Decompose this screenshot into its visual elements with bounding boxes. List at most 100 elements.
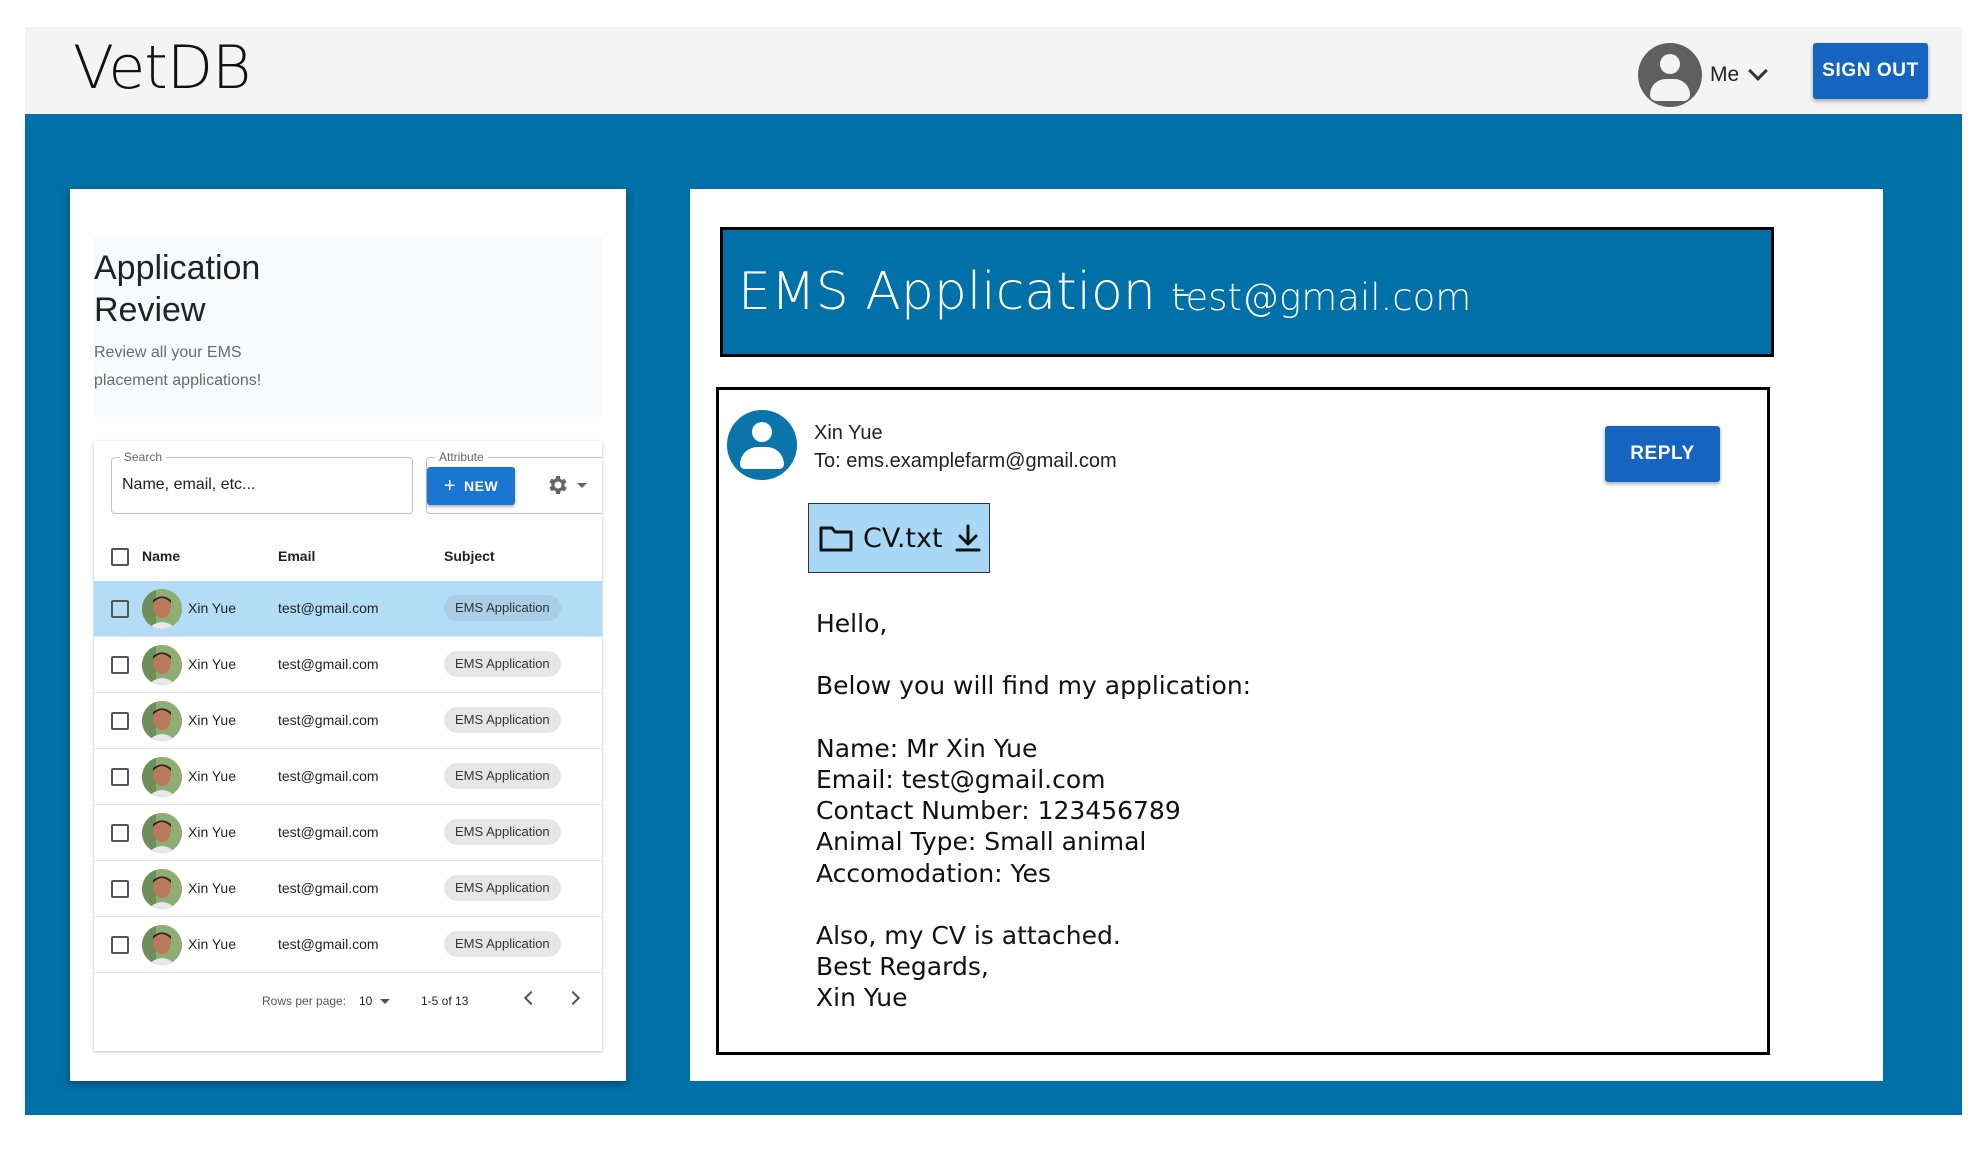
table-pagination: Rows per page: 10 1-5 of 13 (94, 979, 602, 1023)
row-checkbox[interactable] (111, 768, 129, 786)
message-body-line: Best Regards, (816, 952, 989, 982)
plus-icon: + (443, 475, 456, 497)
row-checkbox[interactable] (111, 824, 129, 842)
message-body-line: Email: test@gmail.com (816, 764, 1106, 794)
column-header-subject[interactable]: Subject (444, 548, 495, 564)
row-checkbox[interactable] (111, 656, 129, 674)
table-row[interactable]: Xin Yue test@gmail.com EMS Application (94, 581, 602, 637)
row-name: Xin Yue (188, 936, 237, 952)
row-avatar (142, 701, 182, 741)
message-body-line: Accomodation: Yes (816, 858, 1051, 888)
pagination-range: 1-5 of 13 (421, 994, 469, 1008)
row-checkbox[interactable] (111, 712, 129, 730)
row-email: test@gmail.com (278, 656, 379, 672)
column-header-name[interactable]: Name (142, 548, 180, 564)
message-subject: EMS Application - (738, 262, 1192, 322)
user-menu[interactable]: Me (1638, 43, 1769, 107)
table-row[interactable]: Xin Yue test@gmail.com EMS Application (94, 805, 602, 861)
top-app-bar: VetDB Me SIGN OUT (25, 27, 1962, 114)
new-button-label: NEW (464, 478, 499, 494)
column-header-email[interactable]: Email (278, 548, 315, 564)
row-email: test@gmail.com (278, 824, 379, 840)
row-avatar (142, 757, 182, 797)
rows-per-page-label: Rows per page: (262, 994, 347, 1008)
page-subtitle: Review all your EMS placement applicatio… (94, 344, 262, 389)
row-email: test@gmail.com (278, 768, 379, 784)
table-row[interactable]: Xin Yue test@gmail.com EMS Application (94, 917, 602, 973)
subject-chip: EMS Application (444, 595, 561, 621)
sign-out-button[interactable]: SIGN OUT (1813, 43, 1928, 99)
row-checkbox[interactable] (111, 600, 129, 618)
user-menu-label: Me (1710, 63, 1740, 86)
download-icon[interactable] (953, 523, 983, 553)
message-body-line: Below you will find my application: (816, 671, 1252, 701)
table-row[interactable]: Xin Yue test@gmail.com EMS Application (94, 861, 602, 917)
row-email: test@gmail.com (278, 600, 379, 616)
table-header: Name Email Subject (94, 535, 602, 579)
app-frame: VetDB Me SIGN OUT Application Review Rev… (25, 27, 1962, 1115)
chevron-down-icon (1748, 61, 1769, 81)
message-body-line: Hello, (816, 609, 888, 638)
page-title: Application Review (94, 249, 261, 329)
application-list-panel: Application Review Review all your EMS p… (70, 189, 626, 1081)
attribute-legend: Attribute (435, 450, 488, 464)
message-detail-panel: EMS Application - test@gmail.com Xin Yue… (690, 189, 1883, 1081)
search-field[interactable]: Search (111, 450, 413, 514)
table-row[interactable]: Xin Yue test@gmail.com EMS Application (94, 749, 602, 805)
search-input[interactable] (122, 476, 402, 494)
sender-name: Xin Yue (814, 422, 883, 444)
message-header: EMS Application - test@gmail.com (720, 227, 1774, 357)
row-name: Xin Yue (188, 880, 237, 896)
subject-chip: EMS Application (444, 763, 561, 789)
chevron-left-icon[interactable] (523, 990, 539, 1006)
gear-icon[interactable] (545, 473, 569, 497)
message-body-line (816, 639, 1251, 670)
message-body-line: Name: Mr Xin Yue (816, 733, 1038, 763)
attribute-field: Attribute + NEW (426, 450, 602, 514)
message-body-line (816, 889, 1251, 920)
subject-chip: EMS Application (444, 931, 561, 957)
message-body-line (816, 702, 1251, 733)
message-sender-email: test@gmail.com (1171, 276, 1472, 319)
attachment-name: CV.txt (863, 522, 943, 554)
row-name: Xin Yue (188, 600, 237, 616)
table-row[interactable]: Xin Yue test@gmail.com EMS Application (94, 693, 602, 749)
row-avatar (142, 869, 182, 909)
account-circle-icon (1638, 43, 1702, 107)
row-name: Xin Yue (188, 656, 237, 672)
subject-chip: EMS Application (444, 819, 561, 845)
applications-table-card: Search Attribute + NEW Name (94, 441, 602, 1051)
row-checkbox[interactable] (111, 936, 129, 954)
rows-per-page-select[interactable]: 10 (359, 994, 372, 1008)
select-all-checkbox[interactable] (111, 548, 129, 566)
intro-section: Application Review Review all your EMS p… (94, 237, 602, 417)
message-body-line: Contact Number: 123456789 (816, 796, 1181, 826)
recipient-line: To: ems.examplefarm@gmail.com (814, 450, 1117, 472)
subject-chip: EMS Application (444, 875, 561, 901)
subject-chip: EMS Application (444, 707, 561, 733)
row-avatar (142, 589, 182, 629)
row-email: test@gmail.com (278, 936, 379, 952)
app-brand: VetDB (73, 33, 251, 103)
chevron-right-icon[interactable] (565, 990, 581, 1006)
account-circle-icon (727, 410, 797, 480)
attachment-chip[interactable]: CV.txt (808, 503, 990, 573)
settings-caret-icon[interactable] (577, 483, 587, 488)
main-area: Application Review Review all your EMS p… (25, 114, 1962, 1115)
row-checkbox[interactable] (111, 880, 129, 898)
row-name: Xin Yue (188, 824, 237, 840)
folder-icon (819, 526, 853, 552)
reply-button[interactable]: REPLY (1605, 426, 1720, 482)
new-button[interactable]: + NEW (427, 467, 515, 505)
row-avatar (142, 925, 182, 965)
table-body: Xin Yue test@gmail.com EMS Application Xin … (94, 581, 602, 973)
message-body-line: Animal Type: Small animal (816, 827, 1147, 857)
rows-per-page-caret-icon[interactable] (380, 999, 390, 1004)
row-email: test@gmail.com (278, 880, 379, 896)
row-name: Xin Yue (188, 768, 237, 784)
table-row[interactable]: Xin Yue test@gmail.com EMS Application (94, 637, 602, 693)
row-name: Xin Yue (188, 712, 237, 728)
message-body-line: Also, my CV is attached. (816, 920, 1121, 950)
message-body: Hello, Below you will find my application… (816, 608, 1251, 1014)
message-content: Xin Yue To: ems.examplefarm@gmail.com RE… (716, 387, 1770, 1055)
